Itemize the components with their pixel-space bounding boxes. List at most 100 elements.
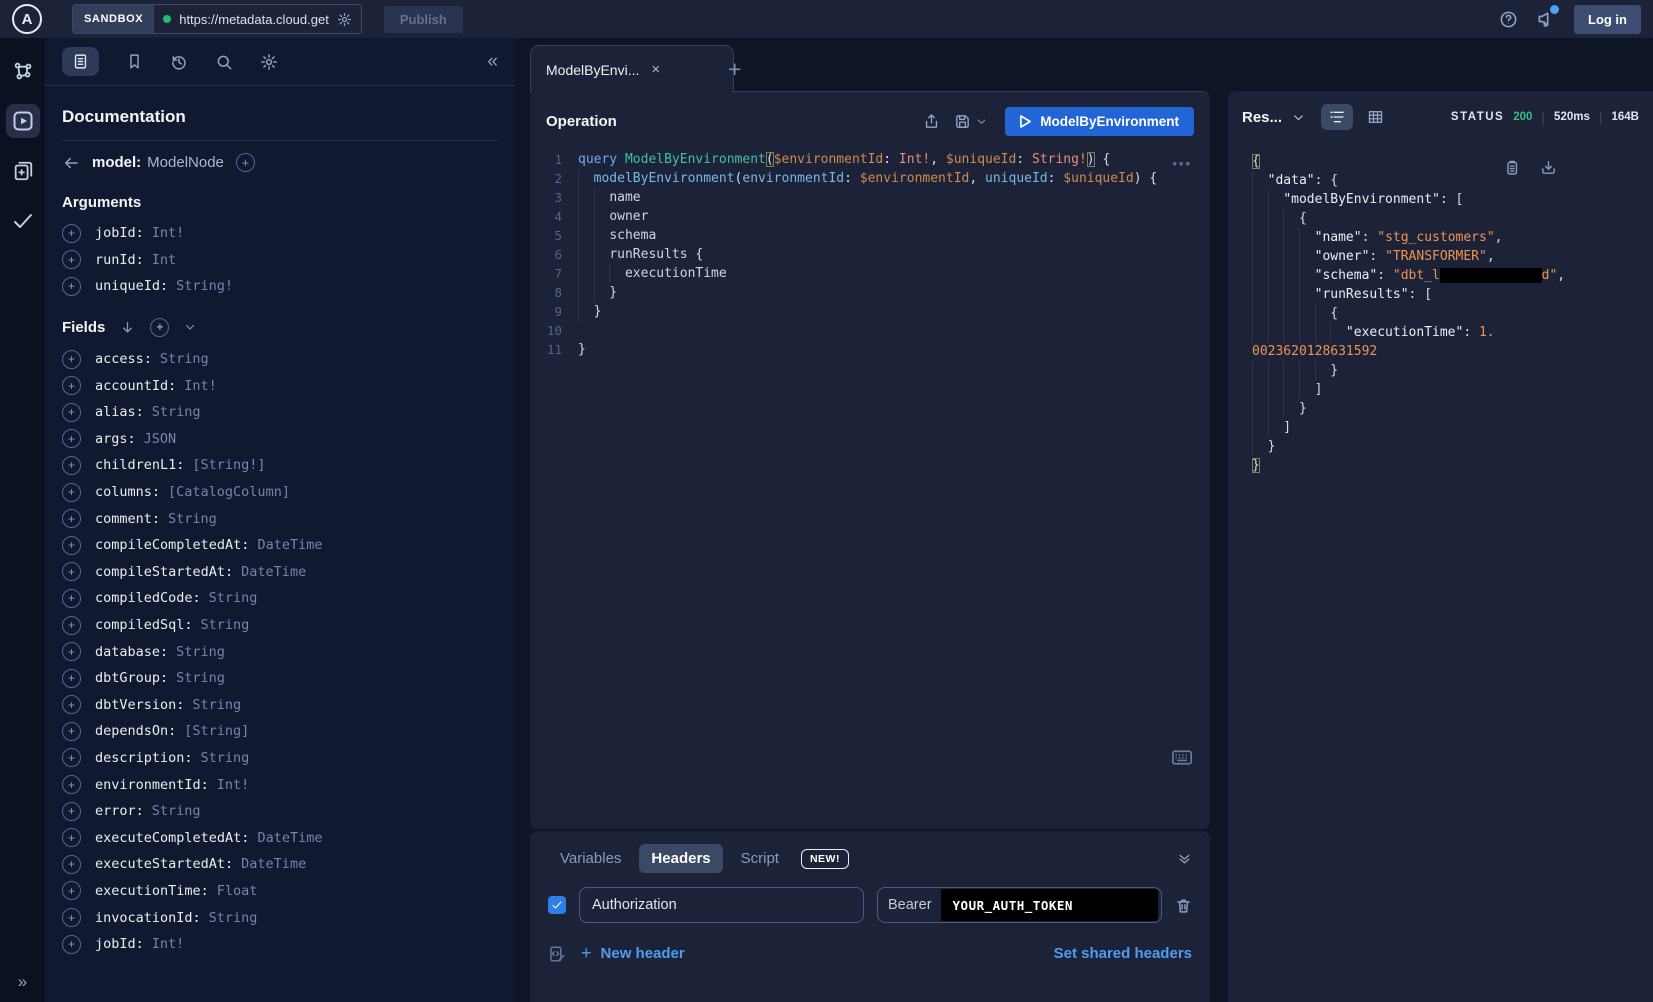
endpoint-url[interactable]: https://metadata.cloud.get	[179, 12, 329, 27]
field-row[interactable]: +compileStartedAt:DateTime	[62, 559, 498, 586]
add-to-query-icon[interactable]: +	[62, 277, 81, 296]
collapse-panel-icon[interactable]	[1177, 851, 1192, 866]
tab-script[interactable]: Script	[729, 844, 791, 873]
field-row[interactable]: +jobId:Int!	[62, 220, 498, 247]
preflight-script-icon[interactable]	[548, 945, 566, 963]
field-row[interactable]: +invocationId:String	[62, 904, 498, 931]
model-type[interactable]: ModelNode	[147, 154, 224, 171]
login-button[interactable]: Log in	[1574, 5, 1641, 34]
field-row[interactable]: +compiledSql:String	[62, 612, 498, 639]
code-line[interactable]: 7 executionTime	[530, 264, 1210, 283]
table-view-icon[interactable]	[1367, 109, 1384, 125]
publish-button[interactable]: Publish	[384, 6, 463, 33]
add-to-query-icon[interactable]: +	[62, 250, 81, 269]
code-line[interactable]: 8 }	[530, 283, 1210, 302]
add-to-query-icon[interactable]: +	[62, 695, 81, 714]
pretty-view-icon[interactable]	[1321, 104, 1353, 130]
endpoint-input[interactable]: https://metadata.cloud.get	[154, 5, 361, 33]
add-to-query-icon[interactable]: +	[62, 908, 81, 927]
add-to-query-icon[interactable]: +	[62, 403, 81, 422]
share-icon[interactable]	[923, 113, 940, 130]
add-to-query-icon[interactable]: +	[62, 616, 81, 635]
save-group[interactable]	[954, 113, 987, 130]
code-line[interactable]: 10	[530, 321, 1210, 340]
download-response-icon[interactable]	[1540, 159, 1557, 176]
add-to-query-icon[interactable]: +	[62, 669, 81, 688]
checklist-icon[interactable]	[6, 204, 40, 238]
query-editor[interactable]: 1query ModelByEnvironment($environmentId…	[530, 146, 1210, 359]
field-row[interactable]: +childrenL1:[String!]	[62, 452, 498, 479]
add-to-query-icon[interactable]: +	[62, 456, 81, 475]
new-tab-icon[interactable]: +	[728, 56, 741, 83]
field-row[interactable]: +columns:[CatalogColumn]	[62, 479, 498, 506]
add-to-query-icon[interactable]: +	[62, 589, 81, 608]
add-to-query-icon[interactable]: +	[62, 881, 81, 900]
endpoint-settings-icon[interactable]	[337, 12, 352, 27]
field-row[interactable]: +args:JSON	[62, 426, 498, 453]
operation-tab[interactable]: ModelByEnvi... ×	[530, 45, 734, 93]
field-row[interactable]: +jobId:Int!	[62, 931, 498, 958]
fields-chevron-icon[interactable]	[184, 321, 196, 333]
close-tab-icon[interactable]: ×	[651, 61, 660, 78]
help-icon[interactable]	[1499, 10, 1518, 29]
add-to-query-icon[interactable]: +	[62, 642, 81, 661]
add-to-query-icon[interactable]: +	[62, 935, 81, 954]
code-line[interactable]: 2 modelByEnvironment(environmentId: $env…	[530, 169, 1210, 188]
history-icon[interactable]	[170, 53, 188, 71]
field-row[interactable]: +dbtVersion:String	[62, 692, 498, 719]
bookmark-icon[interactable]	[126, 53, 143, 70]
editor-more-icon[interactable]: •••	[1172, 156, 1192, 171]
add-to-query-icon[interactable]: +	[62, 828, 81, 847]
code-line[interactable]: 6 runResults {	[530, 245, 1210, 264]
add-to-query-icon[interactable]: +	[62, 483, 81, 502]
add-to-query-icon[interactable]: +	[62, 748, 81, 767]
add-to-query-icon[interactable]: +	[62, 802, 81, 821]
response-dropdown-icon[interactable]	[1292, 111, 1305, 124]
code-line[interactable]: 11}	[530, 340, 1210, 359]
explorer-icon[interactable]	[6, 104, 40, 138]
tab-headers[interactable]: Headers	[639, 844, 722, 873]
add-to-query-icon[interactable]: +	[62, 509, 81, 528]
announcements-icon[interactable]	[1536, 9, 1556, 29]
field-row[interactable]: +comment:String	[62, 505, 498, 532]
field-row[interactable]: +executeStartedAt:DateTime	[62, 851, 498, 878]
collections-icon[interactable]	[6, 154, 40, 188]
add-to-query-icon[interactable]: +	[62, 562, 81, 581]
add-to-query-icon[interactable]: +	[62, 376, 81, 395]
field-row[interactable]: +dependsOn:[String]	[62, 718, 498, 745]
field-row[interactable]: +executionTime:Float	[62, 878, 498, 905]
field-row[interactable]: +uniqueId:String!	[62, 273, 498, 300]
schema-graph-icon[interactable]	[6, 54, 40, 88]
add-model-icon[interactable]: +	[236, 153, 255, 172]
field-row[interactable]: +compileCompletedAt:DateTime	[62, 532, 498, 559]
field-row[interactable]: +access:String	[62, 346, 498, 373]
code-line[interactable]: 1query ModelByEnvironment($environmentId…	[530, 150, 1210, 169]
field-row[interactable]: +description:String	[62, 745, 498, 772]
set-shared-headers-link[interactable]: Set shared headers	[1054, 945, 1192, 962]
sort-fields-icon[interactable]	[120, 320, 135, 335]
field-row[interactable]: +runId:Int	[62, 247, 498, 274]
response-body[interactable]: { "data": { "modelByEnvironment": [ { "n…	[1228, 138, 1653, 475]
field-row[interactable]: +database:String	[62, 638, 498, 665]
delete-header-icon[interactable]	[1175, 897, 1192, 914]
back-arrow-icon[interactable]	[62, 154, 80, 172]
collapse-docs-icon[interactable]: «	[487, 51, 498, 73]
keyboard-shortcuts-icon[interactable]	[1172, 750, 1192, 765]
code-line[interactable]: 3 name	[530, 188, 1210, 207]
header-key-input[interactable]: Authorization	[579, 887, 864, 923]
apollo-logo-icon[interactable]: A	[12, 4, 42, 34]
header-value-input[interactable]: Bearer YOUR_AUTH_TOKEN	[877, 887, 1162, 923]
code-line[interactable]: 9 }	[530, 302, 1210, 321]
add-all-fields-icon[interactable]: +	[150, 318, 169, 337]
code-line[interactable]: 4 owner	[530, 207, 1210, 226]
field-row[interactable]: +dbtGroup:String	[62, 665, 498, 692]
field-row[interactable]: +executeCompletedAt:DateTime	[62, 824, 498, 851]
copy-response-icon[interactable]	[1503, 159, 1520, 176]
add-to-query-icon[interactable]: +	[62, 775, 81, 794]
add-to-query-icon[interactable]: +	[62, 429, 81, 448]
auth-token-value[interactable]: YOUR_AUTH_TOKEN	[941, 889, 1158, 921]
header-enabled-checkbox[interactable]	[548, 896, 566, 914]
tab-variables[interactable]: Variables	[548, 844, 633, 873]
add-to-query-icon[interactable]: +	[62, 350, 81, 369]
field-row[interactable]: +accountId:Int!	[62, 372, 498, 399]
